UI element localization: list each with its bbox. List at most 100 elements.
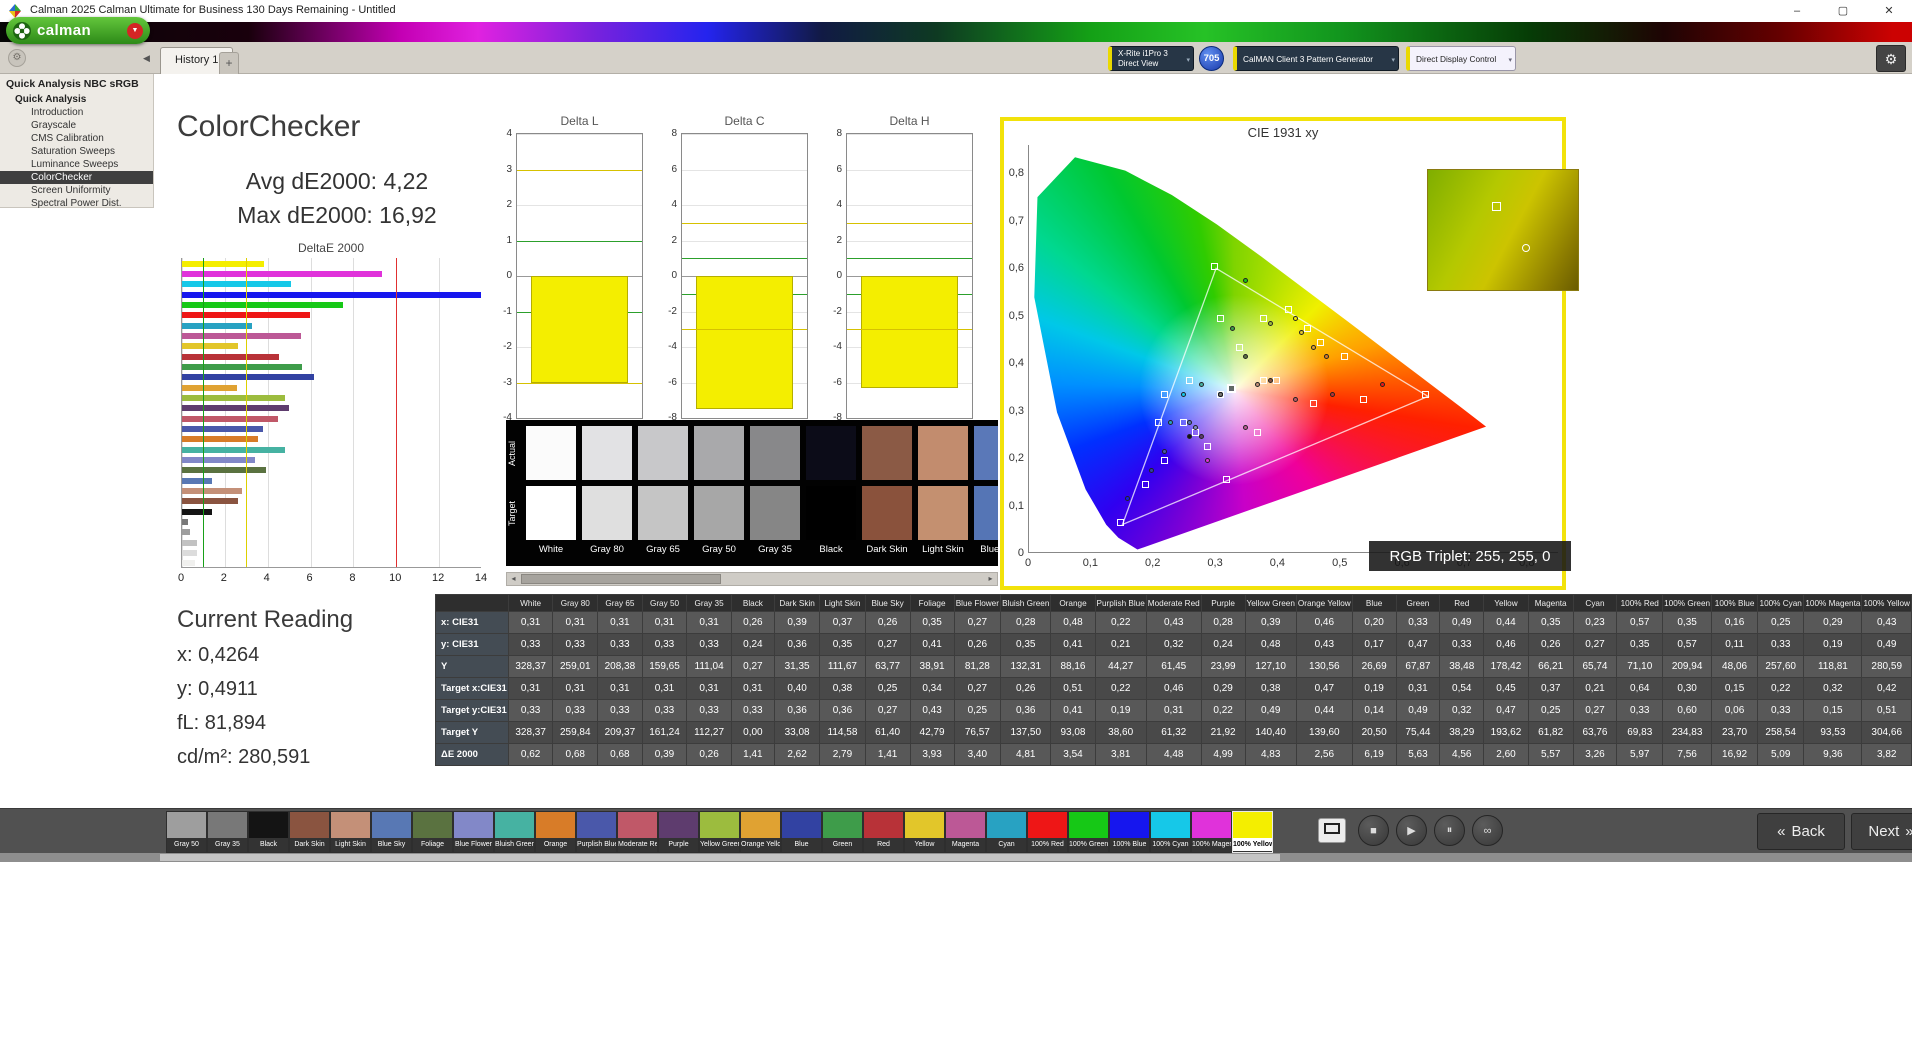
cell: 0,43 [909, 699, 955, 722]
sidebar-item-introduction[interactable]: Introduction [0, 106, 153, 119]
pattern-button-100-yellow[interactable]: 100% Yellow [1232, 811, 1273, 853]
pattern-color [331, 812, 370, 838]
scrollbar-thumb[interactable] [521, 574, 721, 584]
meter-count-badge[interactable]: 705 [1199, 46, 1224, 71]
inset-target-marker [1492, 202, 1501, 211]
pattern-button-orange[interactable]: Orange [535, 811, 576, 853]
sidebar-root-quick-analysis[interactable]: Quick Analysis [0, 93, 153, 106]
cell: 0,15 [1803, 699, 1863, 722]
maximize-button[interactable]: ▢ [1820, 0, 1866, 22]
cell: 0,19 [1351, 677, 1397, 700]
pattern-button-moderate-red[interactable]: Moderate Red [617, 811, 658, 853]
pattern-button-100-red[interactable]: 100% Red [1027, 811, 1068, 853]
pattern-window-button[interactable] [1318, 818, 1346, 843]
y-axis-tick-label: 0 [836, 270, 842, 281]
pause-button[interactable]: ⏸ [1434, 815, 1465, 846]
cell: 0,31 [507, 677, 554, 700]
loop-button[interactable]: ∞ [1472, 815, 1503, 846]
pattern-button-red[interactable]: Red [863, 811, 904, 853]
pattern-button-green[interactable]: Green [822, 811, 863, 853]
sidebar-item-spectral-power-dist-[interactable]: Spectral Power Dist. [0, 197, 153, 210]
title-bar: Calman 2025 Calman Ultimate for Business… [0, 0, 1912, 22]
cell: 0,33 [552, 699, 599, 722]
y-axis-tick-label: -8 [668, 412, 677, 423]
pattern-button-blue[interactable]: Blue [781, 811, 822, 853]
pattern-button-cyan[interactable]: Cyan [986, 811, 1027, 853]
pattern-button-foliage[interactable]: Foliage [412, 811, 453, 853]
cell: 0,46 [1145, 677, 1202, 700]
pattern-button-purplish-blue[interactable]: Purplish Blue [576, 811, 617, 853]
cie-y-tick-label: 0,3 [1008, 404, 1024, 417]
cell: 2,56 [1295, 743, 1353, 766]
add-tab-button[interactable]: + [219, 52, 239, 74]
bottom-scrollbar[interactable] [0, 853, 1912, 862]
deltae-bar-white [182, 560, 196, 567]
pattern-button-100-magenta[interactable]: 100% Magenta [1191, 811, 1232, 853]
display-control-dropdown[interactable]: Direct Display Control ▾ [1406, 46, 1516, 71]
cell: 20,50 [1351, 721, 1397, 744]
pattern-button-100-green[interactable]: 100% Green [1068, 811, 1109, 853]
calman-menu-button[interactable]: calman ▼ [6, 17, 150, 44]
pattern-button-gray-50[interactable]: Gray 50 [166, 811, 207, 853]
sidebar-item-cms-calibration[interactable]: CMS Calibration [0, 132, 153, 145]
pattern-button-yellow[interactable]: Yellow [904, 811, 945, 853]
back-button[interactable]: « Back [1757, 813, 1845, 850]
cell: 259,84 [552, 721, 599, 744]
pattern-button-orange-yellow[interactable]: Orange Yellow [740, 811, 781, 853]
pattern-button-100-cyan[interactable]: 100% Cyan [1150, 811, 1191, 853]
pattern-strip: Gray 50 Gray 35 Black Dark Skin Light Skin Bl… [0, 808, 1912, 853]
close-button[interactable]: ✕ [1866, 0, 1912, 22]
gridline [847, 205, 972, 206]
pattern-color [1151, 812, 1190, 838]
pattern-button-blue-sky[interactable]: Blue Sky [371, 811, 412, 853]
minimize-button[interactable]: – [1774, 0, 1820, 22]
stop-button[interactable]: ■ [1358, 815, 1389, 846]
pattern-button-purple[interactable]: Purple [658, 811, 699, 853]
target-swatch-gray-35 [750, 486, 800, 540]
settings-gear-icon[interactable]: ⚙ [1876, 45, 1906, 72]
pattern-button-blue-flower[interactable]: Blue Flower [453, 811, 494, 853]
pattern-label: Cyan [987, 838, 1026, 851]
sidebar-item-luminance-sweeps[interactable]: Luminance Sweeps [0, 158, 153, 171]
pattern-generator-dropdown[interactable]: CalMAN Client 3 Pattern Generator ▾ [1233, 46, 1399, 71]
chevron-down-icon: ▾ [1186, 57, 1190, 64]
pattern-button-black[interactable]: Black [248, 811, 289, 853]
pattern-button-magenta[interactable]: Magenta [945, 811, 986, 853]
scroll-left-icon[interactable]: ◂ [507, 573, 520, 585]
measured-marker-gray-35 [1217, 391, 1223, 397]
column-header-100-blue: 100% Blue [1711, 594, 1759, 612]
sidebar-collapse-icon[interactable]: ◀ [139, 51, 154, 66]
pattern-button-bluish-green[interactable]: Bluish Green [494, 811, 535, 853]
scroll-right-icon[interactable]: ▸ [984, 573, 997, 585]
cell: 0,31 [1395, 677, 1441, 700]
pattern-label: Magenta [946, 838, 985, 851]
pattern-button-light-skin[interactable]: Light Skin [330, 811, 371, 853]
workspace-menu-button[interactable]: ⚙ [8, 49, 26, 67]
cell: 0,49 [1439, 611, 1485, 634]
pattern-button-dark-skin[interactable]: Dark Skin [289, 811, 330, 853]
next-button[interactable]: Next » [1851, 813, 1912, 850]
cell: 304,66 [1861, 721, 1912, 744]
sidebar-item-colorchecker[interactable]: ColorChecker [0, 171, 153, 184]
sidebar-item-saturation-sweeps[interactable]: Saturation Sweeps [0, 145, 153, 158]
sidebar-item-screen-uniformity[interactable]: Screen Uniformity [0, 184, 153, 197]
play-button[interactable]: ▶ [1396, 815, 1427, 846]
sidebar-item-grayscale[interactable]: Grayscale [0, 119, 153, 132]
cell: 0,36 [1000, 699, 1052, 722]
cell: 0,49 [1244, 699, 1297, 722]
target-marker-moderate-red [1310, 400, 1318, 408]
cell: 0,35 [1662, 611, 1713, 634]
swatch-panel-scrollbar[interactable]: ◂ ▸ [506, 572, 998, 586]
pattern-button-gray-35[interactable]: Gray 35 [207, 811, 248, 853]
cell: 38,29 [1439, 721, 1485, 744]
deltae-bar-gray-65 [182, 539, 197, 546]
cell: 209,94 [1662, 655, 1713, 678]
pattern-button-yellow-green[interactable]: Yellow Green [699, 811, 740, 853]
scrollbar-thumb[interactable] [160, 854, 1280, 861]
meter-dropdown[interactable]: X-Rite i1Pro 3 Direct View ▾ [1108, 46, 1194, 71]
pattern-button-100-blue[interactable]: 100% Blue [1109, 811, 1150, 853]
cell: 76,57 [953, 721, 1002, 744]
calman-dropdown-icon[interactable]: ▼ [127, 22, 143, 39]
column-header-black: Black [730, 594, 775, 612]
reference-line [396, 258, 398, 567]
